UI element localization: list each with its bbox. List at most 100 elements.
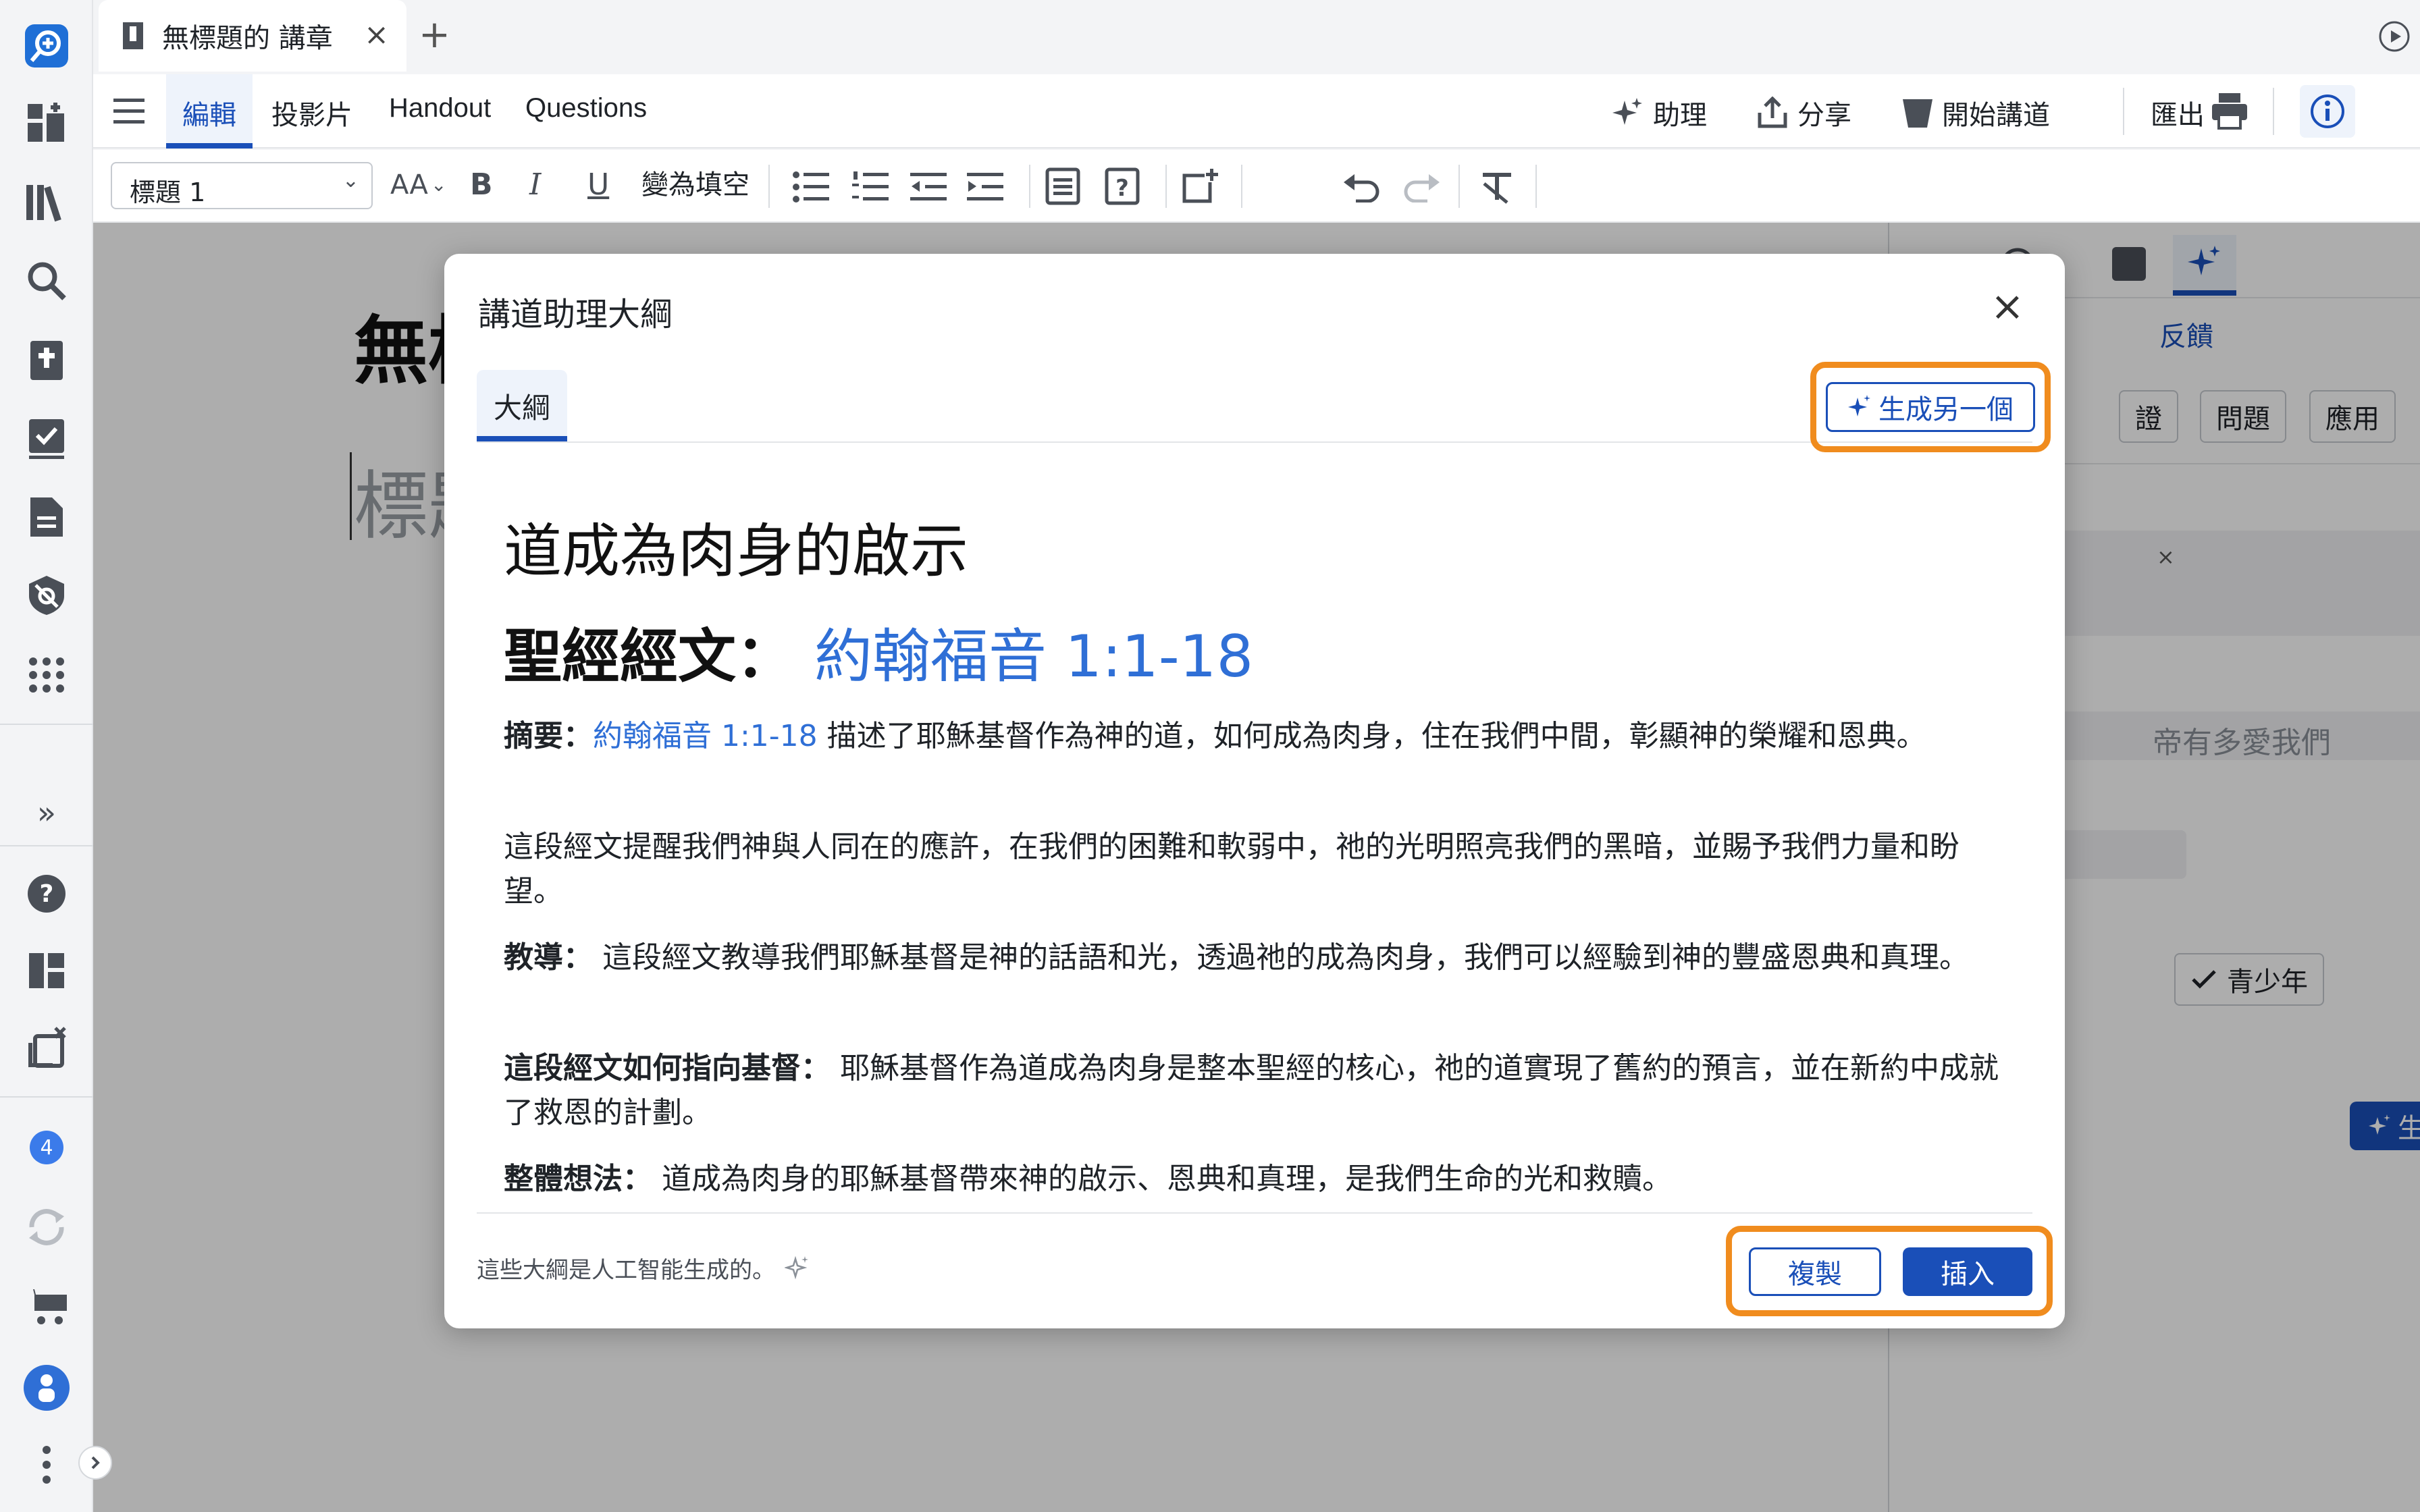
teaching-text: 這段經文教導我們耶穌基督是神的話語和光，透過祂的成為肉身，我們可以經驗到神的豐盛…	[593, 940, 1969, 975]
menu-bar: 編輯 投影片 Handout Questions 助理 分享 開始講道 匯出	[93, 74, 2420, 148]
tab-outline[interactable]: 大綱	[477, 370, 567, 441]
toolbar-divider	[1165, 165, 1167, 208]
document-tab-title: 無標題的 講章	[162, 23, 333, 54]
search-icon[interactable]	[20, 254, 74, 308]
chevron-down-icon: ⌄	[431, 173, 447, 196]
ai-disclaimer: 這些大綱是人工智能生成的。	[477, 1251, 812, 1285]
document-tab-bar: 無標題的 講章 × +	[93, 0, 2420, 74]
outline-heading: 道成為肉身的啟示	[504, 518, 968, 585]
reminder-paragraph: 這段經文提醒我們神與人同在的應許，在我們的困難和軟弱中，祂的光明照亮我們的黑暗，…	[504, 830, 1959, 909]
clear-format-icon[interactable]	[1480, 170, 1514, 204]
toolbar-divider	[1241, 165, 1242, 208]
question-block-icon[interactable]: ?	[1105, 167, 1140, 205]
play-circle-icon[interactable]	[2378, 20, 2411, 53]
menu-active-underline	[166, 143, 253, 148]
share-upload-icon	[1758, 97, 1787, 128]
menu-edit[interactable]: 編輯	[182, 93, 236, 132]
svg-text:?: ?	[40, 880, 54, 908]
paragraph-style-select[interactable]: 標題 1 ⌄	[111, 162, 373, 209]
svg-text:?: ?	[1115, 175, 1129, 202]
assistant-label: 助理	[1653, 100, 1707, 131]
sparkle-icon	[785, 1256, 808, 1279]
help-icon[interactable]: ?	[20, 867, 74, 921]
summary-reference-link[interactable]: 約翰福音 1:1-18	[593, 719, 818, 753]
checklist-icon[interactable]	[20, 412, 74, 466]
italic-button[interactable]: I	[529, 165, 541, 205]
footer-divider	[477, 1212, 2032, 1214]
info-button[interactable]	[2300, 85, 2355, 138]
collapse-handle-icon[interactable]	[78, 1446, 112, 1480]
outdent-icon[interactable]	[910, 171, 947, 202]
assistant-button[interactable]: 助理	[1611, 93, 1707, 132]
overall-idea-label: 整體想法：	[504, 1162, 652, 1196]
bold-button[interactable]: B	[470, 165, 493, 205]
scripture-heading: 聖經經文： 約翰福音 1:1-18	[504, 609, 1253, 693]
more-vertical-icon[interactable]	[20, 1438, 74, 1492]
bible-icon[interactable]	[20, 333, 74, 387]
tab-outline-label: 大綱	[493, 391, 550, 425]
document-tab[interactable]: 無標題的 講章 ×	[99, 0, 406, 72]
scripture-label: 聖經經文：	[504, 623, 794, 691]
menu-questions[interactable]: Questions	[525, 93, 647, 124]
chevron-down-icon: ⌄	[342, 169, 359, 192]
expand-icon[interactable]: »	[20, 786, 74, 840]
generate-another-button[interactable]: 生成另一個	[1826, 382, 2035, 432]
overall-idea-text: 道成為肉身的耶穌基督帶來神的啟示、恩典和真理，是我們生命的光和救贖。	[652, 1162, 1672, 1196]
insert-block-icon[interactable]	[1045, 167, 1080, 205]
sync-icon[interactable]	[20, 1200, 74, 1254]
toolbar-divider	[1458, 165, 1460, 208]
paragraph-style-value: 標題 1	[130, 178, 206, 207]
cart-icon[interactable]	[20, 1280, 74, 1334]
undo-icon[interactable]	[1342, 173, 1380, 202]
font-size-button[interactable]: AA	[390, 165, 428, 205]
rail-divider	[0, 845, 93, 846]
hide-shield-icon[interactable]	[20, 568, 74, 622]
numbered-list-icon[interactable]	[852, 171, 889, 202]
badge-count: 4	[40, 1135, 53, 1160]
tab-divider	[477, 441, 2032, 443]
copy-button[interactable]: 複製	[1749, 1247, 1881, 1296]
hamburger-menu-icon[interactable]	[113, 99, 144, 124]
underline-button[interactable]: U	[587, 165, 609, 205]
indent-icon[interactable]	[967, 171, 1003, 202]
menu-slides[interactable]: 投影片	[271, 93, 352, 132]
user-avatar-icon[interactable]	[20, 1361, 74, 1415]
document-icon[interactable]	[20, 490, 74, 544]
share-label: 分享	[1797, 100, 1851, 131]
format-toolbar: 標題 1 ⌄ AA ⌄ B I U 變為填空 ?	[93, 150, 2420, 223]
sparkle-icon	[1612, 98, 1642, 125]
summary-paragraph: 摘要：約翰福音 1:1-18 描述了耶穌基督作為神的道，如何成為肉身，住在我們中…	[504, 714, 2009, 759]
cloze-button[interactable]: 變為填空	[641, 165, 749, 205]
toolbar-divider	[768, 165, 770, 208]
notification-badge[interactable]: 4	[20, 1120, 74, 1174]
summary-text: 描述了耶穌基督作為神的道，如何成為肉身，住在我們中間，彰顯神的榮耀和恩典。	[817, 719, 1926, 753]
insert-button[interactable]: 插入	[1903, 1247, 2032, 1296]
share-button[interactable]: 分享	[1757, 93, 1851, 132]
logo-search-icon[interactable]	[20, 19, 74, 73]
dialog-close-icon[interactable]: ×	[1991, 286, 2024, 327]
menu-handout[interactable]: Handout	[389, 93, 491, 124]
pulpit-icon	[1903, 99, 1932, 128]
library-icon[interactable]	[20, 176, 74, 230]
left-rail: » ? 4	[0, 0, 93, 1512]
dashboard-add-icon[interactable]	[20, 96, 74, 150]
sermon-doc-icon	[123, 22, 143, 49]
points-to-christ-paragraph: 這段經文如何指向基督： 耶穌基督作為道成為肉身是整本聖經的核心，祂的道實現了舊約…	[504, 1046, 2009, 1135]
overall-idea-paragraph: 整體想法： 道成為肉身的耶穌基督帶來神的啟示、恩典和真理，是我們生命的光和救贖。	[504, 1157, 2009, 1202]
start-preaching-button[interactable]: 開始講道	[1903, 93, 2050, 132]
new-tab-button[interactable]: +	[419, 15, 450, 55]
info-icon	[2311, 94, 2344, 128]
close-tab-icon[interactable]: ×	[364, 20, 389, 50]
toolbar-divider	[1535, 165, 1537, 208]
clipboard-close-icon[interactable]	[20, 1021, 74, 1075]
scripture-reference-link[interactable]: 約翰福音 1:1-18	[814, 623, 1253, 691]
sparkle-icon	[1848, 395, 1870, 416]
rail-divider	[0, 724, 93, 725]
apps-grid-icon[interactable]	[20, 648, 74, 702]
start-preaching-label: 開始講道	[1942, 100, 2050, 131]
bullet-list-icon[interactable]	[793, 171, 829, 202]
layout-icon[interactable]	[20, 944, 74, 998]
add-section-icon[interactable]	[1180, 167, 1218, 205]
redo-icon[interactable]	[1403, 173, 1441, 202]
print-icon[interactable]	[2211, 92, 2248, 130]
